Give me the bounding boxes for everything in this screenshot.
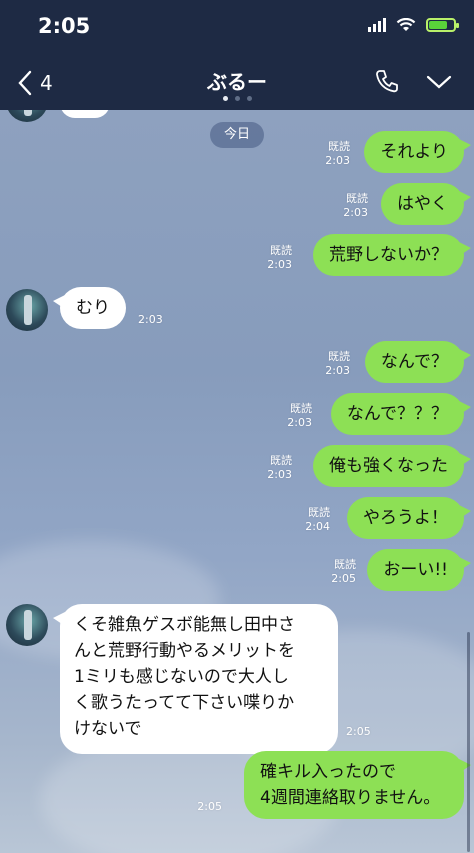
signal-icon	[368, 18, 386, 32]
message-meta: 既読 2:03	[343, 192, 368, 219]
message-bubble-outgoing[interactable]: やろうよ！	[347, 497, 471, 539]
message-line: くそ雑魚ゲスボ能無し田中さ	[74, 615, 295, 635]
message-line: 確キル入ったので	[260, 762, 396, 782]
message-bubble-outgoing[interactable]: おーい!!	[367, 549, 471, 591]
message-bubble-incoming[interactable]: くそ雑魚ゲスボ能無し田中さ んと荒野行動やるメリットを 1ミリも感じないので大人…	[53, 604, 338, 754]
battery-icon	[426, 18, 459, 32]
message-bubble-outgoing[interactable]: なんで？	[364, 341, 472, 383]
message-time: 2:03	[325, 154, 350, 167]
message-line: 1ミリも感じないので大人し	[74, 667, 289, 687]
message-bubble-outgoing[interactable]: 確キル入ったので 4週間連絡取りません。	[244, 751, 471, 819]
avatar[interactable]	[6, 110, 48, 122]
page-dots	[0, 96, 474, 101]
message-meta: 既読 2:04	[305, 506, 330, 533]
message-time: 2:05	[197, 800, 222, 813]
message-bubble-incoming[interactable]	[60, 110, 110, 118]
page-dot	[222, 96, 228, 101]
message-bubble-outgoing[interactable]: それより	[364, 131, 471, 173]
scrollbar[interactable]	[467, 632, 470, 852]
wifi-icon	[396, 18, 416, 31]
page-dot	[234, 96, 240, 101]
message-time: 2:03	[138, 313, 163, 326]
chat-title: ぶるー	[207, 70, 267, 94]
status-bar: 2:05	[0, 0, 474, 52]
message-meta: 既読 2:03	[287, 402, 312, 429]
chevron-down-icon[interactable]	[426, 74, 452, 90]
status-time: 2:05	[38, 14, 91, 38]
message-time: 2:05	[346, 725, 371, 738]
avatar[interactable]	[6, 289, 48, 331]
message-meta: 既読 2:03	[267, 454, 292, 481]
read-receipt: 既読	[328, 140, 350, 153]
chat-area[interactable]: 今日 既読 2:03 それより 既読 2:03 はやく 既読 2:03 荒野しないか？…	[0, 110, 474, 853]
chat-header: 4 ぶるー	[0, 52, 474, 110]
message-meta: 既読 2:03	[267, 244, 292, 271]
message-meta: 既読 2:03	[325, 350, 350, 377]
avatar[interactable]	[6, 604, 48, 646]
message-line: んと荒野行動やるメリットを	[74, 641, 295, 661]
date-separator: 今日	[210, 122, 264, 148]
message-line: けないで	[74, 719, 142, 739]
message-bubble-outgoing[interactable]: なんで？？？	[330, 393, 472, 435]
page-dot	[246, 96, 252, 101]
message-bubble-outgoing[interactable]: 荒野しないか？	[313, 234, 471, 276]
message-meta: 既読 2:03	[325, 140, 350, 168]
message-line: 4週間連絡取りません。	[260, 788, 441, 808]
status-icons	[368, 18, 459, 32]
phone-icon[interactable]	[374, 68, 400, 94]
message-line: く歌うたってて下さい喋りか	[74, 693, 295, 713]
message-bubble-outgoing[interactable]: はやく	[381, 183, 471, 225]
message-bubble-incoming[interactable]: むり	[53, 287, 126, 329]
message-meta: 既読 2:05	[331, 558, 356, 585]
message-bubble-outgoing[interactable]: 俺も強くなった	[313, 445, 471, 487]
